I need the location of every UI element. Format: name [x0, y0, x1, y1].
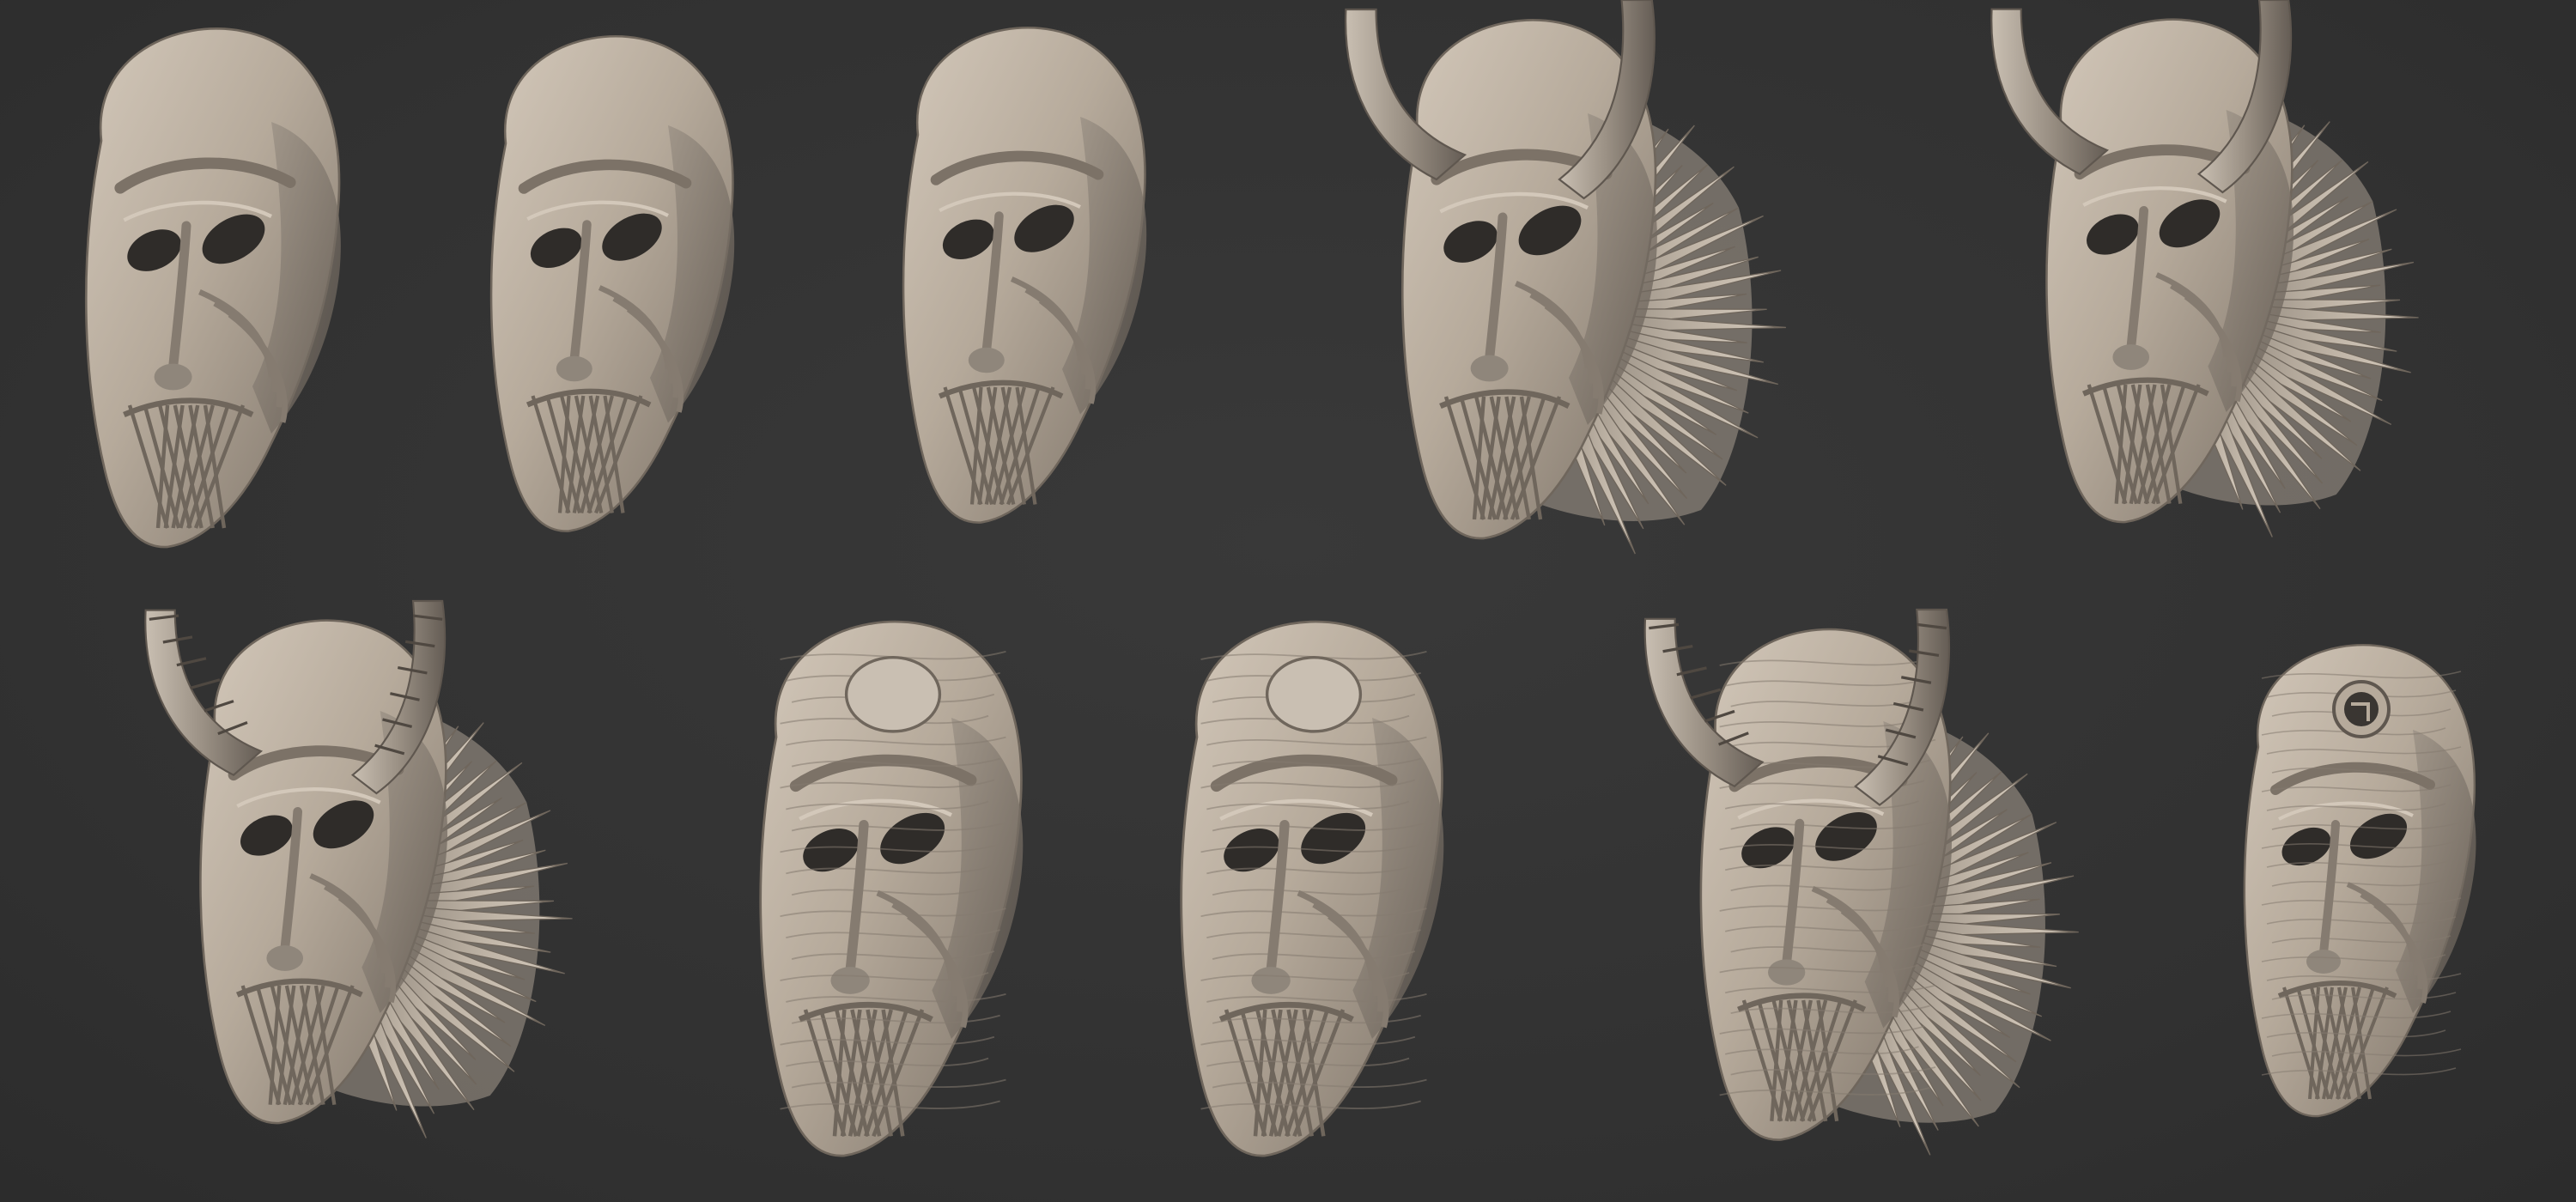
mask-sculpt-svg — [1643, 608, 2079, 1156]
mask-sculpt-svg — [2243, 644, 2476, 1118]
mask-sculpt-svg — [759, 620, 1024, 1157]
mask-render-3 — [837, 9, 1215, 549]
forehead-socket — [2332, 680, 2391, 738]
mask-sculpt-svg — [902, 27, 1147, 524]
mask-render-1 — [26, 9, 404, 575]
mask-sculpt-svg — [1345, 0, 1786, 555]
mask-render-9 — [1554, 608, 2138, 1168]
mask-sculpt-svg — [144, 599, 573, 1138]
forehead-disc — [1265, 656, 1363, 733]
mask-sculpt-svg — [1990, 0, 2419, 537]
mask-render-8 — [1116, 601, 1511, 1185]
mask-render-7 — [696, 601, 1091, 1185]
mask-face — [84, 27, 341, 549]
mask-sculpt-svg — [1180, 620, 1444, 1157]
sculpt-sheet — [0, 0, 2576, 1202]
mask-sculpt-svg — [84, 27, 341, 549]
forehead-disc — [844, 656, 942, 733]
mask-face — [1180, 620, 1444, 1157]
mask-render-2 — [434, 9, 794, 567]
mask-render-4 — [1262, 0, 1838, 567]
mask-face — [759, 620, 1024, 1157]
mask-render-10 — [2190, 618, 2533, 1150]
mask-render-5 — [1889, 0, 2490, 549]
mask-face — [902, 27, 1147, 524]
mask-face — [2243, 644, 2476, 1118]
mask-render-6 — [52, 599, 635, 1150]
mask-sculpt-svg — [489, 35, 735, 532]
mask-face — [489, 35, 735, 532]
